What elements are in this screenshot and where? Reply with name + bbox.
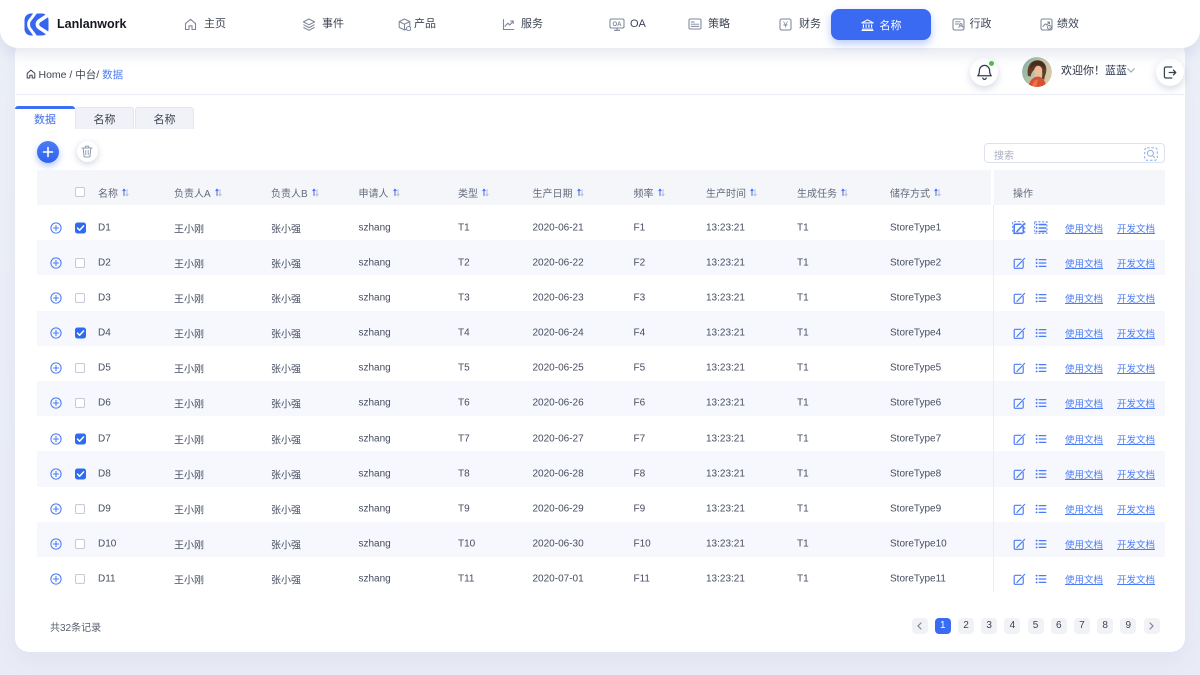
svg-text:¥: ¥ xyxy=(782,20,788,30)
svg-text:OA: OA xyxy=(613,22,623,28)
